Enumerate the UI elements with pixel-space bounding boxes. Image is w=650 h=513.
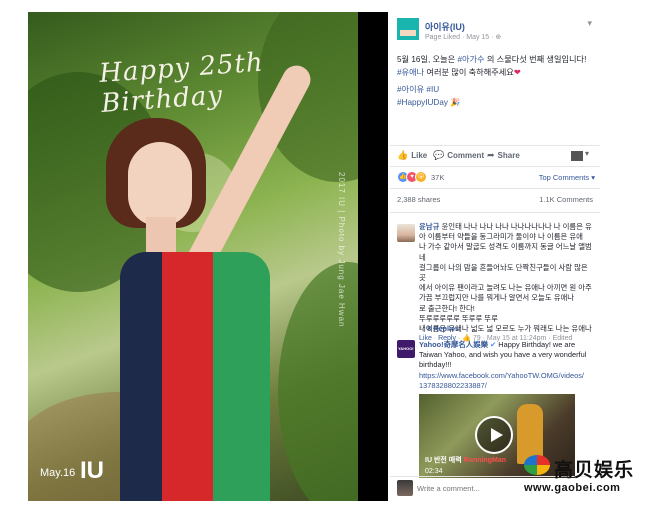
comment-icon: 💬 (433, 150, 445, 160)
video-overlay-label: IU 반전 매력 (425, 457, 462, 464)
post-meta: Page Liked · May 15 · ⊕ (425, 34, 502, 41)
video-link[interactable]: 1378328802233887/ (419, 381, 595, 391)
gaobei-logo-icon (524, 455, 550, 475)
hashtag-line[interactable]: #아이유 #IU (397, 84, 460, 97)
commenter-avatar[interactable] (397, 224, 415, 242)
wow-reaction-icon: 😮 (415, 171, 427, 183)
commenter-name[interactable]: 윤남규 (419, 222, 439, 231)
comment-2: Yahoo!奇摩名人娛樂 ✔ Happy Birthday! we are Ta… (419, 340, 595, 391)
chevron-down-icon[interactable]: ▾ (587, 18, 592, 29)
heart-icon: ❤ (513, 67, 521, 77)
post-text-segment: 여러분 많이 축하해주세요 (424, 67, 514, 77)
comment-text: 나 가수 같아서 말굽도 성격도 이름까지 동글 어느날 앨범네 (419, 242, 592, 262)
play-icon[interactable] (475, 416, 513, 454)
post-body: 5월 16일, 오늘은 #아가수 의 스물다섯 번째 생일입니다! #유애나 여… (397, 54, 595, 79)
photo-brand: IU (80, 457, 104, 484)
outfit-shape (120, 252, 270, 501)
verified-badge-icon: ✔ (487, 340, 497, 349)
foliage-shape (278, 262, 358, 501)
post-actions: 👍 Like 💬 Comment ➦ Share (397, 149, 595, 164)
reactions-count: 37K (431, 172, 445, 182)
divider (390, 188, 600, 189)
comment-text: 에서 아이유 팬이라고 놀려도 나는 유애나 아끼면 원 아주 (419, 283, 592, 293)
divider (390, 212, 600, 213)
hashtag-link[interactable]: #아가수 (457, 55, 484, 64)
video-link[interactable]: https://www.facebook.com/YahooTW.OMG/vid… (419, 371, 595, 381)
comment-text: Happy Birthday! we are (496, 340, 576, 349)
reply-arrow-icon: ↳ (419, 324, 426, 333)
comment-text: 로 출근한다! 한다! (419, 303, 475, 313)
replies-label: 8 Replies (427, 324, 460, 333)
reactions-summary[interactable]: 👍 ♥ 😮 37K (397, 171, 444, 183)
hashtag-link[interactable]: #유애나 (397, 68, 424, 77)
comment-text: 가끔 부끄럽지만 나를 뭐게나 알면서 오늘도 유애나 (419, 293, 575, 303)
photo-border-band (358, 12, 388, 501)
iu-birthday-photo[interactable]: Happy 25th Birthday May.16 IU 2017 IU | … (28, 12, 358, 501)
comment-text: 아 이름부터 약들을 동그라미가 둘이야 나 이름은 유애 (419, 232, 583, 242)
post-hashtags: #아이유 #IU #HappyIUDay 🎉 (397, 84, 460, 109)
comment-text: Taiwan Yahoo, and wish you have a very w… (419, 350, 587, 360)
divider (390, 166, 600, 167)
post-line-2: #유애나 여러분 많이 축하해주세요❤ (397, 67, 595, 80)
page-name-link[interactable]: 아이유(IU) (425, 20, 465, 33)
video-overlay-text: IU 반전 매력 RunningMan (425, 455, 506, 465)
hashtag-line[interactable]: #HappyIUDay 🎉 (397, 97, 460, 110)
user-avatar (397, 480, 413, 496)
video-duration: 02:34 (425, 468, 443, 475)
post-line-1: 5월 16일, 오늘은 #아가수 의 스물다섯 번째 생일입니다! (397, 54, 595, 67)
share-button[interactable]: ➦ Share (487, 150, 520, 161)
comment-button[interactable]: 💬 Comment (433, 150, 484, 161)
face-shape (128, 142, 192, 226)
divider (390, 145, 600, 146)
like-button[interactable]: 👍 Like (397, 150, 427, 161)
watermark: 高贝娱乐 www.gaobei.com (522, 452, 642, 502)
shares-count[interactable]: 2,388 shares (397, 195, 440, 204)
comment-text: 뚜루루루루루 뚜루루 뚜루 (419, 313, 498, 323)
top-comments-dropdown[interactable]: Top Comments ▾ (539, 173, 595, 182)
video-overlay-highlight: RunningMan (463, 457, 506, 464)
watermark-url: www.gaobei.com (524, 482, 621, 494)
facebook-post: 아이유(IU) Page Liked · May 15 · ⊕ ▾ 5월 16일… (390, 12, 600, 501)
share-as-avatar-selector[interactable] (571, 149, 589, 161)
share-label: Share (497, 151, 520, 160)
view-replies-link[interactable]: ↳ 8 Replies (419, 324, 459, 333)
comment-text: birthday!!! (419, 360, 452, 370)
watermark-brand: 高贝娱乐 (554, 460, 635, 481)
comment-text: 걸그룹이 나의 맘을 흔들어놔도 단짝친구들이 사람 많은 곳 (419, 262, 588, 283)
comments-count[interactable]: 1.1K Comments (539, 195, 593, 204)
post-text-segment: 5월 16일, 오늘은 (397, 55, 458, 64)
yahoo-avatar[interactable] (397, 340, 415, 358)
comment-line-1: Yahoo!奇摩名人娛樂 ✔ Happy Birthday! we are (419, 340, 595, 350)
post-text-segment: 의 스물다섯 번째 생일입니다! (484, 55, 587, 64)
neck-shape (146, 217, 176, 257)
share-icon: ➦ (487, 150, 495, 160)
page-avatar[interactable] (397, 18, 419, 40)
comment-label: Comment (447, 151, 485, 160)
comment-line-1: 윤남규 윤인태 나나 나나 나나 나나나나나나 나 이름은 유 (419, 222, 595, 232)
thumbs-up-icon: 👍 (397, 150, 409, 160)
commenter-name[interactable]: Yahoo!奇摩名人娛樂 (419, 340, 488, 349)
photo-credit: 2017 IU | Photo by Jung Jae Hwan (337, 172, 346, 328)
photo-date: May.16 (40, 467, 76, 479)
comment-text: 윤인태 나나 나나 나나 나나나나나나 나 이름은 유 (441, 222, 592, 231)
like-label: Like (411, 151, 428, 160)
